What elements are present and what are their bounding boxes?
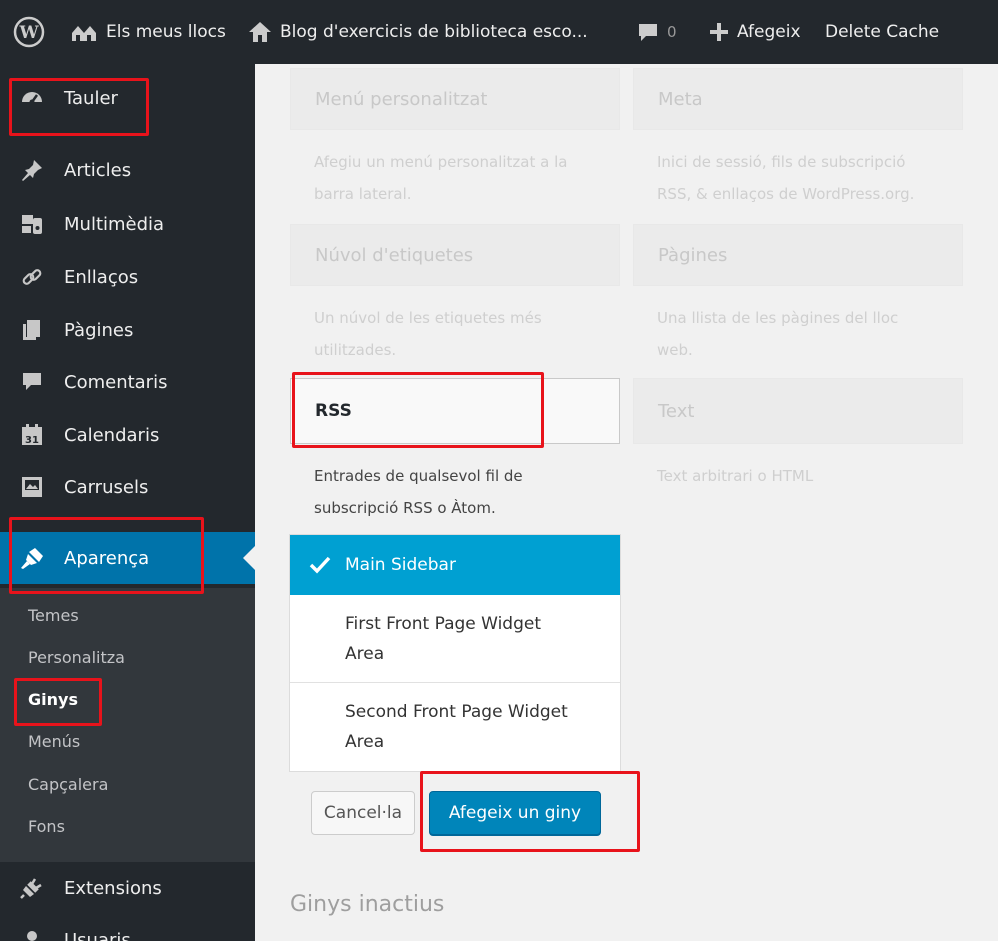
chooser-option-label: Area: [345, 732, 385, 752]
sidebar-item-comments[interactable]: Comentaris: [0, 356, 255, 408]
widget-description: Un núvol de les etiquetes més utilitzade…: [314, 302, 542, 366]
chooser-option-label: Area: [345, 643, 385, 664]
users-icon: [18, 926, 46, 941]
link-icon: [18, 263, 46, 291]
description-line: Inici de sessió, fils de subscripció: [657, 153, 906, 171]
my-sites-label: Els meus llocs: [106, 22, 226, 42]
chooser-option-first-front-page[interactable]: First Front Page Widget Area: [290, 595, 620, 683]
sidebar-item-carousels[interactable]: Carrusels: [0, 461, 255, 513]
highlight-box: [292, 372, 544, 448]
sidebar-item-users[interactable]: Usuaris: [0, 914, 255, 941]
inactive-widgets-heading: Ginys inactius: [290, 892, 445, 917]
sidebar-item-label: Carrusels: [64, 476, 149, 498]
widget-description: Entrades de qualsevol fil de subscripció…: [314, 460, 523, 524]
new-content-menu[interactable]: Afegeix: [697, 0, 819, 64]
description-line: subscripció RSS o Àtom.: [314, 499, 496, 517]
pin-icon: [18, 156, 46, 184]
sidebar-item-links[interactable]: Enllaços: [0, 251, 255, 303]
description-line: Afegiu un menú personalitzat a la: [314, 153, 568, 171]
comment-icon: [18, 368, 46, 396]
widget-description: Afegiu un menú personalitzat a la barra …: [314, 146, 567, 210]
widget-description: Text arbitrari o HTML: [657, 460, 813, 492]
my-sites-icon: [72, 26, 96, 41]
description-line: RSS, & enllaços de WordPress.org.: [657, 185, 915, 203]
new-content-label: Afegeix: [737, 22, 801, 42]
admin-sidebar: Tauler Articles Multimèdia Enllaços Pàgi: [0, 64, 255, 941]
widget-title: Pàgines: [658, 244, 728, 266]
submenu-item-customize[interactable]: Personalitza: [28, 648, 125, 667]
description-line: barra lateral.: [314, 185, 412, 203]
submenu-item-themes[interactable]: Temes: [28, 606, 79, 625]
sidebar-item-media[interactable]: Multimèdia: [0, 198, 255, 250]
description-line: Una llista de les pàgines del lloc: [657, 309, 899, 327]
chooser-option-second-front-page[interactable]: Second Front Page Widget Area: [290, 683, 620, 771]
widget-text[interactable]: Text: [633, 378, 963, 444]
sidebar-item-articles[interactable]: Articles: [0, 144, 255, 196]
plugins-icon: [18, 874, 46, 902]
sidebar-item-label: Comentaris: [64, 371, 168, 393]
chooser-option-label: First Front Page Widget: [345, 613, 542, 634]
highlight-box: [420, 771, 640, 852]
svg-text:31: 31: [25, 435, 39, 446]
highlight-box: [9, 78, 149, 136]
widget-pages[interactable]: Pàgines: [633, 224, 963, 286]
svg-text:W: W: [18, 23, 39, 43]
pages-icon: [18, 316, 46, 344]
description-line: Un núvol de les etiquetes més: [314, 309, 542, 327]
highlight-box: [9, 517, 204, 594]
widget-title: Menú personalitzat: [315, 88, 488, 110]
highlight-box: [14, 678, 102, 726]
submenu-item-background[interactable]: Fons: [28, 817, 65, 836]
comments-count: 0: [667, 23, 677, 41]
chooser-option-label: Second Front Page Widget: [345, 702, 568, 722]
description-line: Entrades de qualsevol fil de: [314, 467, 523, 485]
delete-cache-label: Delete Cache: [825, 22, 940, 42]
sidebar-chooser: Main Sidebar First Front Page Widget Are…: [289, 534, 621, 772]
description-line: Text arbitrari o HTML: [657, 467, 814, 485]
my-sites-menu[interactable]: Els meus llocs: [58, 0, 236, 64]
sidebar-item-label: Enllaços: [64, 266, 139, 288]
widget-custom-menu[interactable]: Menú personalitzat: [290, 68, 620, 130]
checkmark-icon: [309, 556, 331, 574]
comments-menu[interactable]: 0: [625, 0, 697, 64]
cancel-button[interactable]: Cancel·la: [311, 791, 415, 835]
widget-title: Núvol d'etiquetes: [315, 244, 474, 266]
home-icon: [249, 22, 271, 42]
carousel-icon: [18, 473, 46, 501]
sidebar-item-label: Calendaris: [64, 424, 160, 446]
admin-bar: W Els meus llocs Blog d'exercicis de bib…: [0, 0, 998, 64]
chooser-option-label: Main Sidebar: [345, 555, 456, 575]
site-name-menu[interactable]: Blog d'exercicis de biblioteca esco...: [236, 0, 625, 64]
widget-title: Meta: [658, 88, 703, 110]
sidebar-item-label: Pàgines: [64, 319, 134, 341]
widget-meta[interactable]: Meta: [633, 68, 963, 130]
submenu-item-header[interactable]: Capçalera: [28, 775, 108, 794]
sidebar-item-plugins[interactable]: Extensions: [0, 862, 255, 914]
widget-description: Inici de sessió, fils de subscripció RSS…: [657, 146, 914, 210]
sidebar-item-label: Extensions: [64, 877, 162, 899]
sidebar-item-label: Usuaris: [64, 929, 131, 941]
submenu-item-menus[interactable]: Menús: [28, 732, 80, 751]
description-line: web.: [657, 341, 693, 359]
sidebar-item-pages[interactable]: Pàgines: [0, 304, 255, 356]
comment-icon: [639, 24, 657, 41]
wordpress-logo-icon[interactable]: W: [0, 0, 58, 64]
media-icon: [18, 210, 46, 238]
calendar-icon: 31: [18, 421, 46, 449]
widget-title: Text: [658, 400, 695, 422]
plus-icon: [710, 23, 728, 41]
chooser-option-main-sidebar[interactable]: Main Sidebar: [290, 535, 620, 595]
sidebar-item-calendars[interactable]: 31 Calendaris: [0, 409, 255, 461]
widget-tag-cloud[interactable]: Núvol d'etiquetes: [290, 224, 620, 286]
delete-cache-button[interactable]: Delete Cache: [819, 0, 951, 64]
site-name-label: Blog d'exercicis de biblioteca esco...: [280, 22, 588, 42]
sidebar-item-label: Multimèdia: [64, 213, 165, 235]
description-line: utilitzades.: [314, 341, 397, 359]
widget-description: Una llista de les pàgines del lloc web.: [657, 302, 898, 366]
sidebar-item-label: Articles: [64, 159, 132, 181]
